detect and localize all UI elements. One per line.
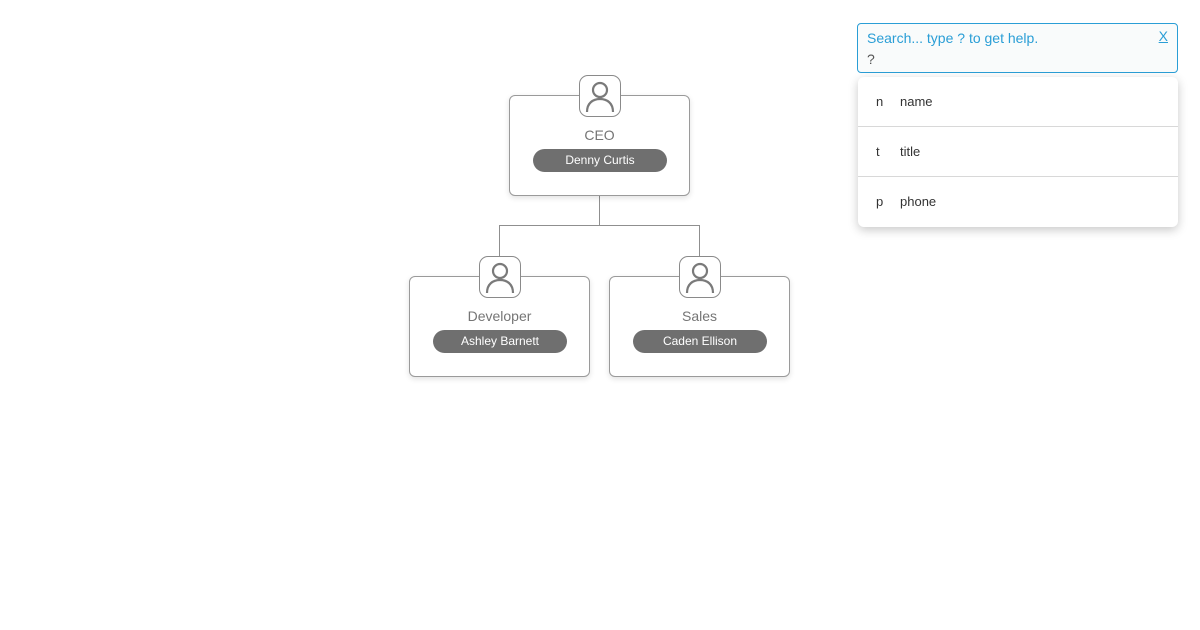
search-placeholder: Search... type ? to get help. xyxy=(867,30,1039,46)
node-name-pill: Ashley Barnett xyxy=(433,330,567,353)
help-item-label: title xyxy=(900,144,921,159)
org-node-sales[interactable]: Sales Caden Ellison xyxy=(609,256,790,377)
help-item-phone[interactable]: p phone xyxy=(858,177,1178,227)
person-icon xyxy=(479,256,521,298)
person-icon xyxy=(579,75,621,117)
node-name-pill: Denny Curtis xyxy=(533,149,667,172)
help-item-label: name xyxy=(900,94,933,109)
org-node-developer[interactable]: Developer Ashley Barnett xyxy=(409,256,590,377)
connector-ceo-down xyxy=(599,196,600,226)
node-title: Sales xyxy=(681,308,718,324)
help-item-key: n xyxy=(876,94,884,109)
help-item-key: t xyxy=(876,144,880,159)
connector-developer-up xyxy=(499,225,500,257)
connector-sales-up xyxy=(699,225,700,257)
search-close-button[interactable]: X xyxy=(1159,28,1168,44)
help-item-title[interactable]: t title xyxy=(858,127,1178,177)
node-title: CEO xyxy=(584,127,615,143)
search-input[interactable] xyxy=(867,49,1157,69)
search-help-list: n name t title p phone xyxy=(858,77,1178,227)
node-name-pill: Caden Ellison xyxy=(633,330,767,353)
help-item-name[interactable]: n name xyxy=(858,77,1178,127)
search-box: Search... type ? to get help. X xyxy=(857,23,1178,73)
help-item-key: p xyxy=(876,194,884,209)
node-title: Developer xyxy=(467,308,532,324)
help-item-label: phone xyxy=(900,194,937,209)
person-icon xyxy=(679,256,721,298)
connector-horizontal xyxy=(499,225,700,226)
org-node-ceo[interactable]: CEO Denny Curtis xyxy=(509,75,690,196)
